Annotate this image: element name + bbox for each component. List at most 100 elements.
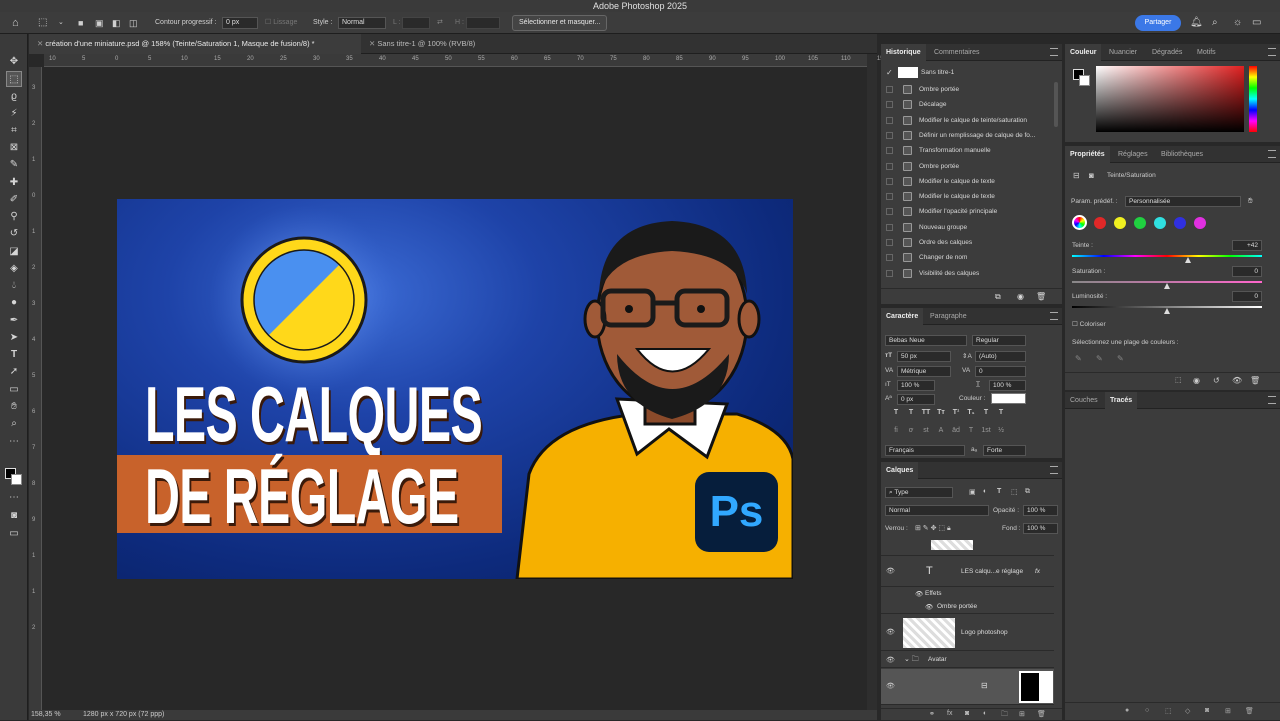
lightness-input[interactable]: 0 [1232, 291, 1262, 302]
history-checkbox[interactable] [886, 193, 893, 201]
layer-filter-select[interactable]: ⌕ Type [885, 487, 953, 498]
vertical-scale-input[interactable]: 100 % [897, 380, 935, 391]
reset-icon[interactable]: ↺ [1213, 376, 1220, 385]
filter-shape-icon[interactable]: ⬚ [1011, 488, 1018, 496]
history-item[interactable]: Modifier l'opacité principale [881, 204, 1056, 219]
history-item[interactable]: Modifier le calque de teinte/saturation [881, 113, 1056, 128]
eraser-icon[interactable]: ◪ [6, 244, 22, 260]
group-icon[interactable]: 🗀︎ [1001, 710, 1008, 721]
hand-tool-icon[interactable]: ✋︎ [6, 399, 22, 415]
tab-libraries[interactable]: Bibliothèques [1156, 146, 1208, 163]
zoom-tool-icon[interactable]: ⌕ [6, 416, 22, 432]
new-document-icon[interactable]: ⧉ [995, 292, 1001, 302]
tab-gradients[interactable]: Dégradés [1147, 44, 1187, 61]
layer-row-partial[interactable] [881, 538, 1054, 556]
eye-icon[interactable]: 👁︎ [886, 567, 895, 575]
text-color-swatch[interactable] [991, 393, 1026, 404]
add-selection-icon[interactable]: ▣ [95, 12, 104, 34]
tab-comments[interactable]: Commentaires [929, 44, 985, 61]
move-tool-icon[interactable]: ✥ [6, 54, 22, 70]
tab-channels[interactable]: Couches [1065, 392, 1103, 409]
color-range-swatch[interactable] [1094, 217, 1106, 229]
layer-mask-thumbnail[interactable] [1019, 671, 1053, 703]
height-input[interactable] [466, 17, 500, 29]
search-icon[interactable]: ⌕ [1212, 12, 1218, 34]
background-color-swatch[interactable] [1079, 75, 1090, 86]
new-path-icon[interactable]: ⊞ [1225, 707, 1231, 715]
eye-icon[interactable]: 👁︎ [886, 682, 895, 690]
style-select[interactable]: Normal [338, 17, 386, 29]
preset-select[interactable]: Personnalisée [1125, 196, 1241, 207]
home-icon[interactable]: ⌂ [12, 12, 19, 34]
tab-properties[interactable]: Propriétés [1065, 146, 1110, 163]
color-range-swatch[interactable] [1174, 217, 1186, 229]
antialias-checkbox[interactable]: ☐ Lissage [265, 12, 297, 34]
lightbulb-icon[interactable]: ☼ [1233, 12, 1242, 34]
panel-menu-icon[interactable] [1268, 48, 1276, 56]
color-range-swatch[interactable] [1134, 217, 1146, 229]
mask-icon[interactable]: ◙ [1205, 707, 1209, 714]
tab-paths[interactable]: Tracés [1105, 392, 1138, 409]
frame-tool-icon[interactable]: ⊠ [6, 140, 22, 156]
color-range-swatch[interactable] [1194, 217, 1206, 229]
tab-swatches[interactable]: Nuancier [1104, 44, 1142, 61]
history-checkbox[interactable] [886, 269, 893, 277]
color-field[interactable] [1096, 66, 1244, 132]
layer-row-adjustment-selected[interactable]: 👁︎ ⊟ [881, 669, 1054, 705]
rectangle-tool-icon[interactable]: ▭ [6, 382, 22, 398]
history-item[interactable]: Ordre des calques [881, 235, 1056, 250]
history-item[interactable]: Transformation manuelle [881, 143, 1056, 158]
history-brush-icon[interactable]: ↺ [6, 226, 22, 242]
lasso-tool-icon[interactable]: ϱ [6, 89, 22, 105]
layer-effects-row[interactable]: 👁︎ Effets [881, 588, 1054, 600]
type-style-button[interactable]: T [906, 409, 916, 416]
history-item[interactable]: Nouveau groupe [881, 220, 1056, 235]
tracking-input[interactable]: 0 [975, 366, 1026, 377]
language-select[interactable]: Français [885, 445, 965, 456]
subtract-selection-icon[interactable]: ◧ [112, 12, 121, 34]
width-input[interactable] [402, 17, 430, 29]
font-family-select[interactable]: Bebas Neue [885, 335, 967, 346]
eyedropper-add-icon[interactable]: ✎ [1096, 354, 1103, 363]
opentype-button[interactable]: ½ [996, 427, 1006, 434]
history-checkbox[interactable] [886, 101, 893, 109]
opacity-input[interactable]: 100 % [1023, 505, 1058, 516]
trash-icon[interactable]: 🗑︎ [1036, 292, 1046, 301]
edit-toolbar-icon[interactable]: ⋯ [6, 490, 22, 506]
dodge-tool-icon[interactable]: ● [6, 295, 22, 311]
tab-layers[interactable]: Calques [881, 462, 919, 479]
panel-menu-icon[interactable] [1050, 312, 1058, 320]
paint-bucket-icon[interactable]: ◈ [6, 261, 22, 277]
opentype-button[interactable]: 1st [981, 427, 991, 434]
antialias-select[interactable]: Forte [983, 445, 1026, 456]
vertical-scrollbar[interactable] [867, 54, 877, 710]
fill-path-icon[interactable]: ● [1125, 707, 1129, 714]
path-select-icon[interactable]: ➤ [6, 330, 22, 346]
type-style-button[interactable]: TT [921, 409, 931, 416]
opentype-button[interactable]: st [921, 427, 931, 434]
opentype-button[interactable]: fi [891, 427, 901, 434]
effect-eye-icon[interactable]: 👁︎ [925, 603, 933, 611]
healing-brush-icon[interactable]: ✚ [6, 175, 22, 191]
type-tool-icon[interactable]: T [6, 347, 22, 363]
tab-document-1[interactable]: ✕ création d'une miniature.psd @ 158% (T… [29, 34, 361, 54]
history-item[interactable]: Définir un remplissage de calque de fo..… [881, 128, 1056, 143]
marquee-tool-icon[interactable]: ⬚ [38, 12, 47, 34]
direct-select-icon[interactable]: ➚ [6, 364, 22, 380]
master-color-button[interactable] [1072, 215, 1087, 230]
quick-mask-icon[interactable]: ◙ [6, 508, 22, 524]
eyedropper-icon[interactable]: ✎ [6, 157, 22, 173]
history-item[interactable]: Décalage [881, 97, 1056, 112]
hue-track[interactable] [1072, 255, 1262, 257]
tab-adjustments[interactable]: Réglages [1113, 146, 1153, 163]
chevron-down-icon[interactable]: ⌄ [58, 12, 64, 34]
stamp-tool-icon[interactable]: ⚲ [6, 209, 22, 225]
hue-input[interactable]: +42 [1232, 240, 1262, 251]
visibility-icon[interactable]: 👁︎ [1232, 376, 1242, 385]
new-layer-icon[interactable]: ⊞ [1019, 710, 1025, 718]
type-style-button[interactable]: T¹ [951, 409, 961, 416]
history-checkbox[interactable] [886, 86, 893, 93]
lightness-thumb[interactable] [1164, 308, 1170, 314]
font-size-input[interactable]: 50 px [897, 351, 951, 362]
history-checkbox[interactable] [886, 208, 893, 216]
